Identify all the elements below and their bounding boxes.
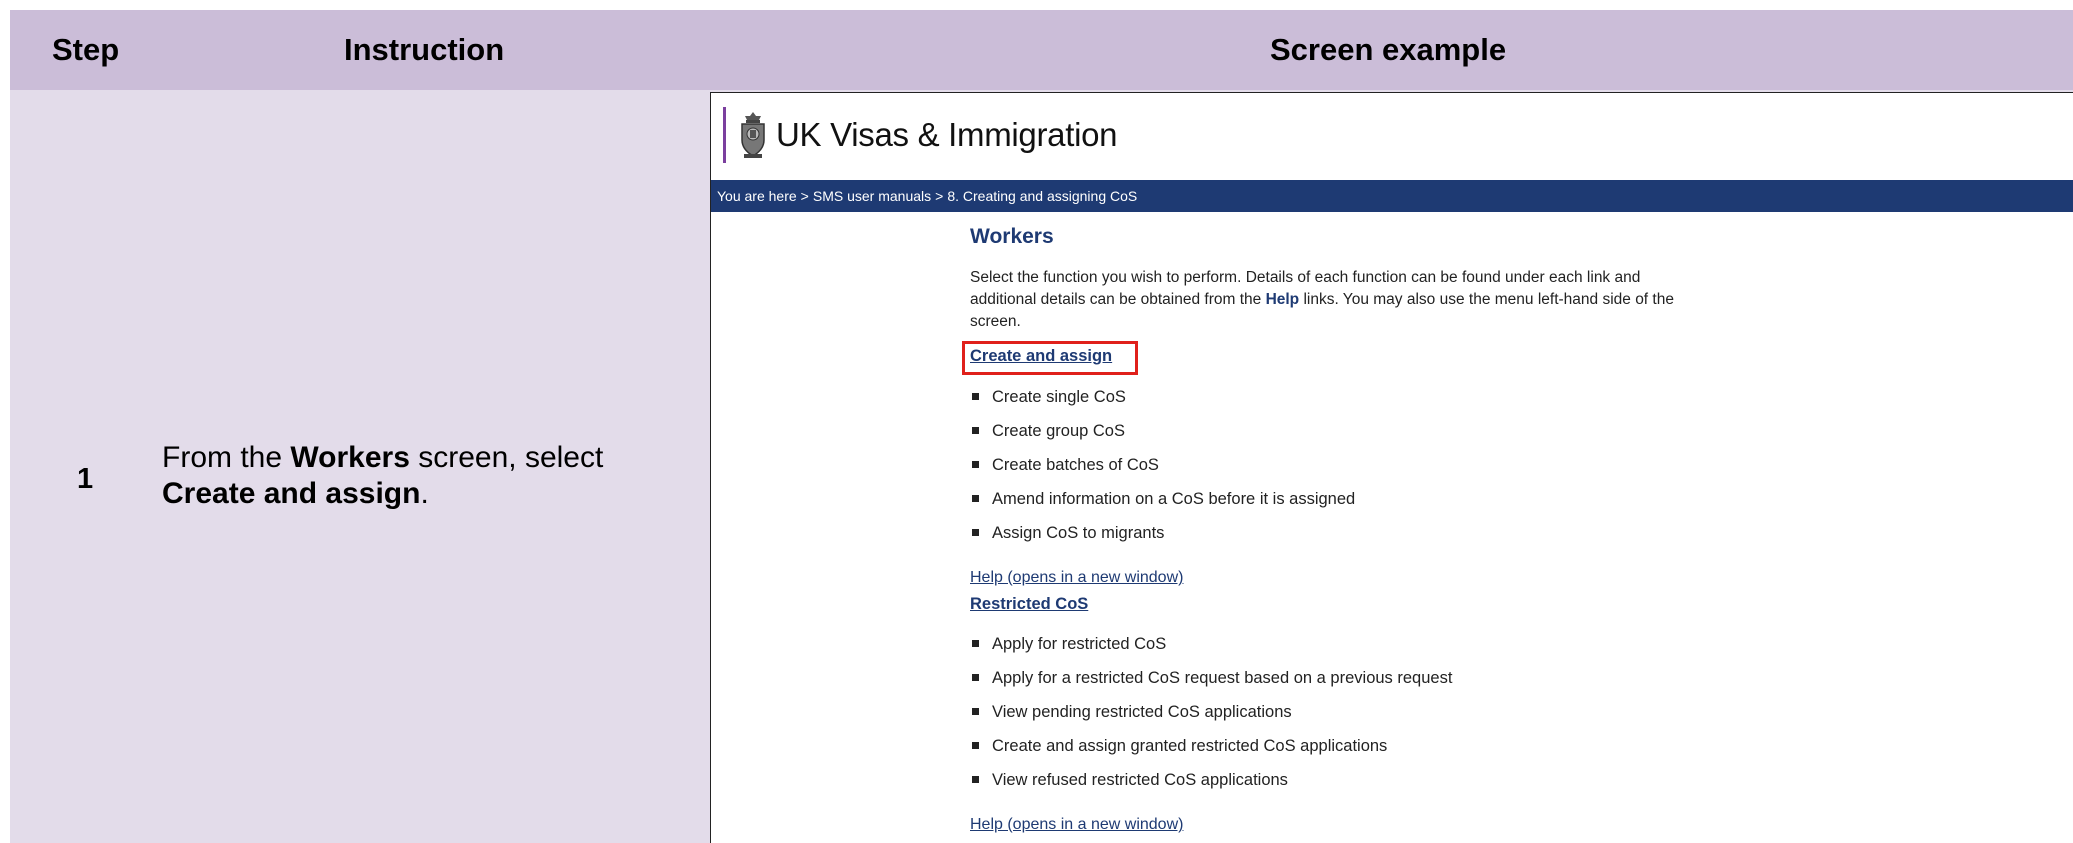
- instruction-part: screen, select: [409, 441, 604, 474]
- help-link[interactable]: Help (opens in a new window): [970, 816, 1183, 834]
- instruction-bold-create-assign: Create and assign: [162, 477, 421, 510]
- instruction-table: Step Instruction Screen example 1 From t…: [10, 10, 2073, 843]
- list-item: View refused restricted CoS applications: [970, 770, 1730, 804]
- instruction-text: From the Workers screen, select Create a…: [162, 440, 702, 512]
- list-item: Apply for a restricted CoS request based…: [970, 668, 1730, 702]
- description-help-bold: Help: [1265, 291, 1300, 308]
- breadcrumb-separator: >: [800, 188, 809, 204]
- instruction-part: From the: [162, 441, 291, 474]
- restricted-cos-link[interactable]: Restricted CoS: [970, 595, 1088, 614]
- step-number: 1: [77, 463, 94, 495]
- screen-example: UK Visas & Immigration You are here > SMS …: [710, 92, 2073, 843]
- list-item: Create batches of CoS: [970, 455, 1730, 489]
- list-item: Assign CoS to migrants: [970, 523, 1730, 557]
- restricted-list: Apply for restricted CoS Apply for a res…: [970, 634, 1730, 804]
- list-item: Create group CoS: [970, 421, 1730, 455]
- instruction-part: .: [420, 477, 429, 510]
- main-content: Workers Select the function you wish to …: [962, 225, 1730, 834]
- brand-header: UK Visas & Immigration: [723, 107, 1118, 163]
- breadcrumb: You are here > SMS user manuals >8. Creatin…: [711, 180, 2073, 212]
- create-and-assign-link[interactable]: Create and assign: [970, 347, 1112, 366]
- brand-name: UK Visas & Immigration: [776, 116, 1118, 153]
- header-step: Step: [52, 32, 120, 67]
- breadcrumb-current[interactable]: 8. Creating and assigning CoS: [947, 188, 1137, 204]
- breadcrumb-separator: >: [935, 188, 944, 204]
- page-description: Select the function you wish to perform.…: [970, 267, 1710, 333]
- list-item: Create and assign granted restricted CoS…: [970, 736, 1730, 770]
- list-item: Create single CoS: [970, 387, 1730, 421]
- list-item: Apply for restricted CoS: [970, 634, 1730, 668]
- table-row: 1 From the Workers screen, select Create…: [10, 90, 2073, 843]
- header-instruction: Instruction: [344, 32, 505, 67]
- list-item: View pending restricted CoS applications: [970, 702, 1730, 736]
- header-screen-example: Screen example: [1270, 32, 1507, 67]
- help-link[interactable]: Help (opens in a new window): [970, 569, 1183, 587]
- create-assign-section: Create and assign: [962, 341, 1730, 375]
- page-title: Workers: [970, 225, 1054, 248]
- table-header-row: Step Instruction Screen example: [10, 10, 2073, 90]
- instruction-bold-workers: Workers: [290, 441, 410, 474]
- list-item: Amend information on a CoS before it is …: [970, 489, 1730, 523]
- breadcrumb-link[interactable]: SMS user manuals: [813, 188, 931, 204]
- breadcrumb-item: You are here: [717, 188, 797, 204]
- royal-crest-icon: [736, 110, 770, 160]
- create-assign-list: Create single CoS Create group CoS Creat…: [970, 387, 1730, 557]
